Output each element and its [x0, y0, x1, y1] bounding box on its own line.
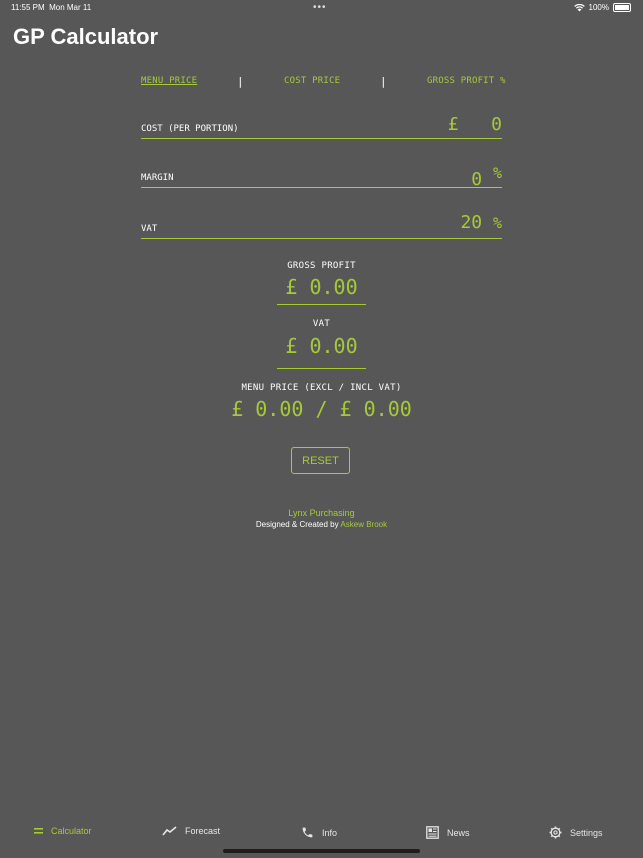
tab-separator: |	[380, 75, 387, 88]
page-title: GP Calculator	[13, 24, 159, 49]
gross-profit-divider	[277, 304, 366, 305]
percent-unit: %	[492, 214, 502, 232]
tabbar-item-settings[interactable]: Settings	[549, 826, 603, 839]
battery-icon	[613, 3, 631, 12]
gross-profit-value: £ 0.00	[285, 275, 358, 299]
gear-icon	[549, 826, 562, 839]
cost-value: 0	[491, 114, 502, 135]
tabbar-item-calculator[interactable]: Calculator	[34, 826, 92, 836]
menu-price-label: MENU PRICE (EXCL / INCL VAT)	[241, 383, 402, 393]
tab-menu-price[interactable]: MENU PRICE	[141, 76, 197, 86]
tab-gross-profit-percent[interactable]: GROSS PROFIT %	[427, 76, 506, 86]
tabbar-item-news[interactable]: News	[426, 826, 470, 839]
calculator-icon	[34, 828, 43, 834]
cost-underline	[141, 138, 502, 139]
status-indicators: 100%	[573, 3, 631, 12]
status-date-text: Mon Mar 11	[49, 3, 92, 12]
vat-field-label: VAT	[141, 224, 158, 234]
battery-percent: 100%	[588, 3, 609, 12]
vat-result-divider	[277, 368, 366, 369]
phone-icon	[302, 827, 313, 838]
vat-input[interactable]: 20 %	[460, 212, 502, 233]
vat-result-value: £ 0.00	[285, 334, 358, 358]
status-time: 11:55 PM Mon Mar 11	[11, 3, 91, 12]
tabbar-label: Info	[322, 827, 338, 838]
vat-result-label: VAT	[312, 319, 331, 329]
percent-unit: %	[492, 164, 502, 182]
margin-underline	[141, 187, 502, 188]
tabbar-label: Settings	[570, 827, 603, 838]
cost-input[interactable]: £ 0	[448, 114, 502, 135]
credit-prefix: Designed & Created by	[255, 520, 339, 529]
menu-price-value: £ 0.00 / £ 0.00	[231, 397, 412, 421]
tabbar-label: News	[447, 827, 470, 838]
vat-underline	[141, 238, 502, 239]
tabbar-item-info[interactable]: Info	[301, 826, 337, 839]
tabbar-label: Forecast	[185, 826, 221, 836]
wifi-icon	[573, 3, 585, 11]
multitasking-dots-icon[interactable]: •••	[313, 2, 327, 13]
tab-cost-price[interactable]: COST PRICE	[284, 76, 340, 86]
tabbar-item-forecast[interactable]: Forecast	[162, 826, 220, 836]
home-indicator[interactable]	[223, 849, 420, 853]
tab-separator: |	[237, 75, 244, 88]
tabbar-label: Calculator	[51, 826, 92, 836]
reset-button[interactable]: RESET	[291, 447, 350, 474]
credit-name-link[interactable]: Askew Brook	[340, 520, 387, 529]
company-link[interactable]: Lynx Purchasing	[0, 508, 643, 518]
cost-field-label: COST (PER PORTION)	[141, 124, 239, 134]
newspaper-icon	[426, 826, 439, 839]
margin-field-label: MARGIN	[141, 173, 174, 183]
status-time-text: 11:55 PM	[11, 3, 45, 12]
currency-symbol: £	[447, 114, 459, 135]
chart-line-icon	[162, 826, 177, 836]
gross-profit-label: GROSS PROFIT	[287, 261, 356, 271]
credit-line: Designed & Created by Askew Brook	[0, 520, 643, 529]
vat-value: 20	[460, 212, 483, 233]
